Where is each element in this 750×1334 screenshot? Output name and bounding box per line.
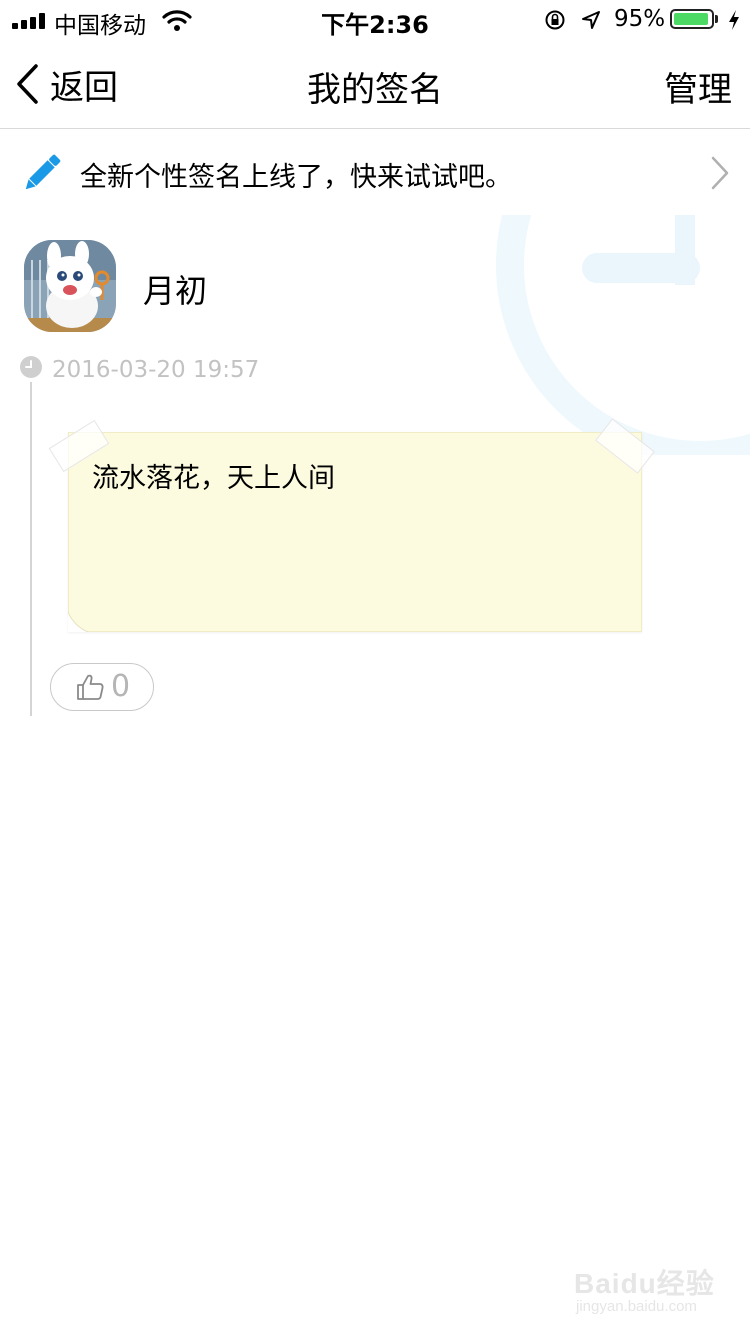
baidu-logo: Baidu经验: [574, 1268, 715, 1299]
battery-icon: [670, 9, 714, 29]
status-bar: 中国移动 下午2:36 95%: [0, 0, 750, 40]
charging-bolt-icon: [729, 10, 739, 30]
clock-icon: [20, 356, 42, 378]
baidu-url: jingyan.baidu.com: [576, 1298, 697, 1315]
battery-percentage: 95%: [614, 6, 666, 32]
clock-watermark-icon: [496, 215, 750, 455]
battery-tip: [715, 15, 718, 23]
avatar[interactable]: [24, 240, 116, 332]
location-arrow-icon: [582, 11, 600, 29]
manage-button[interactable]: 管理: [664, 62, 732, 111]
timeline-line: [30, 382, 32, 716]
rotation-lock-icon: [545, 10, 565, 30]
signature-text: 流水落花，天上人间: [92, 463, 335, 494]
username: 月初: [143, 272, 208, 310]
avatar-image: [24, 240, 116, 332]
chevron-right-icon: [711, 156, 729, 190]
banner-text: 全新个性签名上线了，快来试试吧。: [80, 162, 512, 193]
page-title: 我的签名: [307, 70, 443, 110]
new-signature-banner[interactable]: 全新个性签名上线了，快来试试吧。: [0, 129, 750, 215]
entry-timestamp: 2016-03-20 19:57: [52, 357, 260, 383]
like-count: 0: [111, 669, 131, 704]
like-button[interactable]: 0: [50, 663, 154, 711]
pencil-icon: [25, 154, 61, 190]
thumbs-up-icon: [77, 674, 104, 700]
navigation-bar: 返回 我的签名 管理: [0, 40, 750, 129]
baidu-watermark: Baidu经验 jingyan.baidu.com: [574, 1262, 734, 1322]
battery-level: [674, 13, 708, 25]
page-curl: [68, 612, 88, 632]
